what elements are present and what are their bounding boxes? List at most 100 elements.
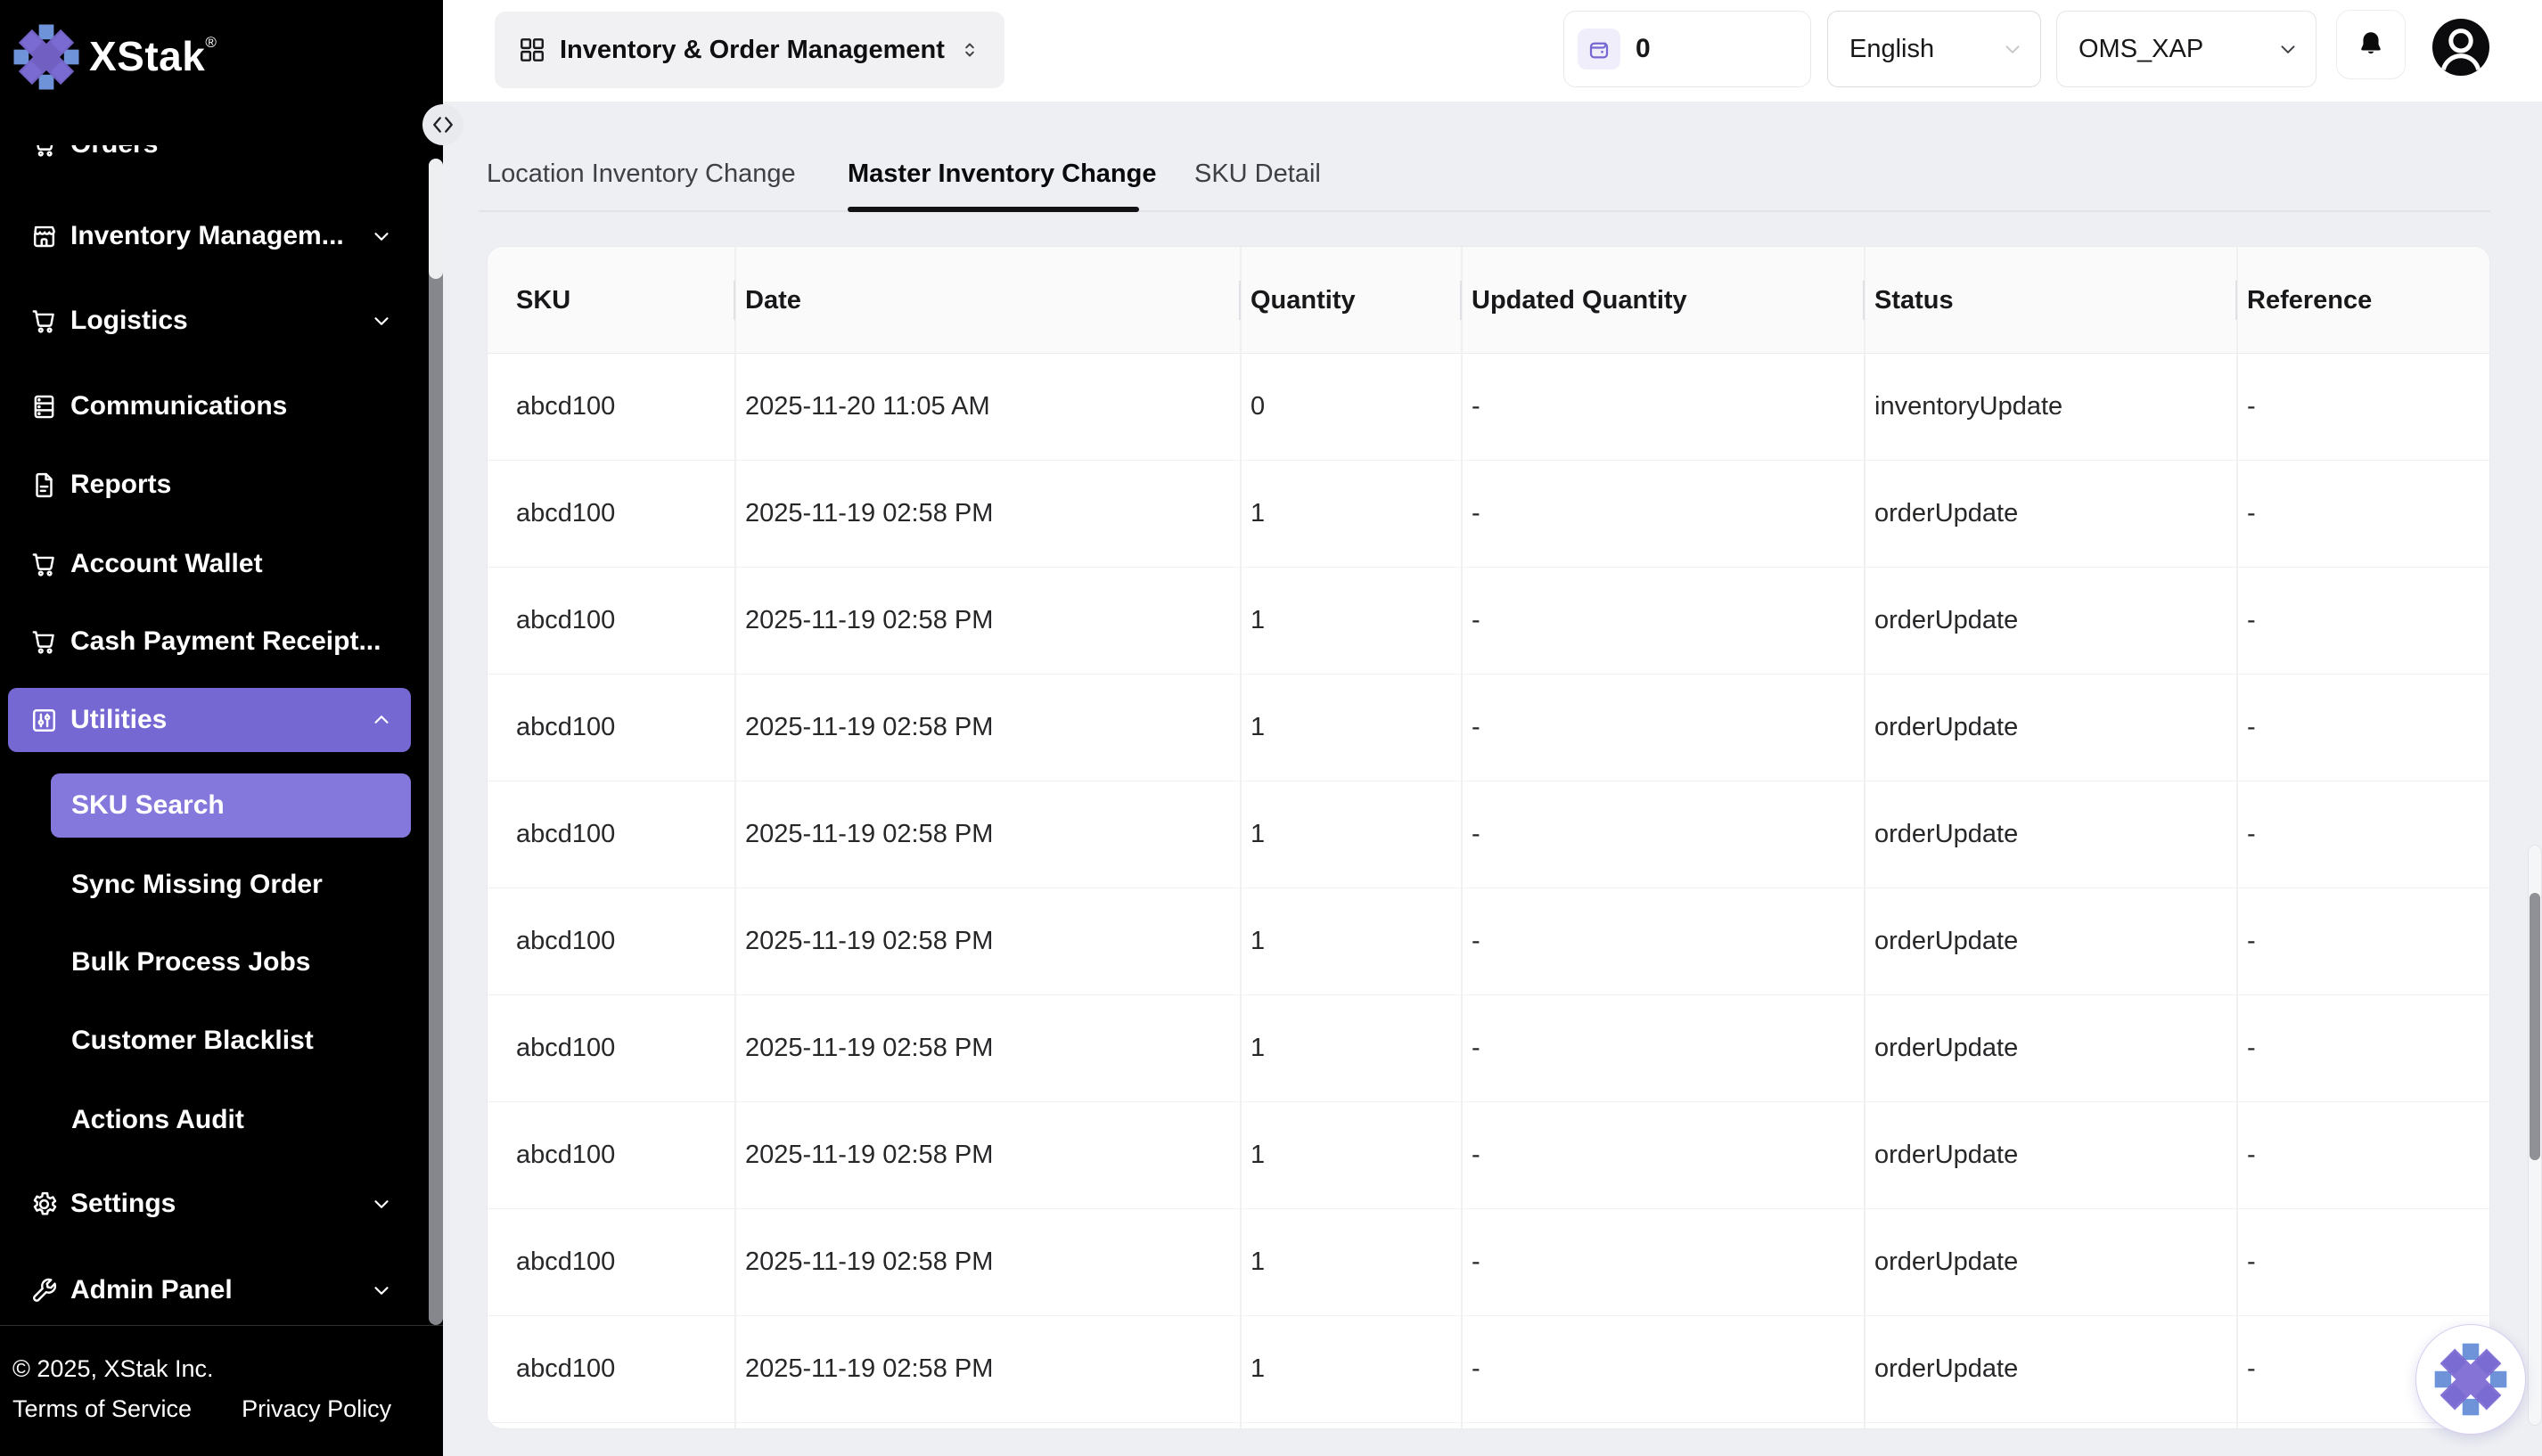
cell-date: 2025-11-20 11:05 AM [734,354,1240,460]
sidebar-item-label: Admin Panel [70,1275,233,1305]
gear-icon [29,1190,59,1219]
column-separator [734,247,736,1428]
cell-quantity: 1 [1240,1102,1461,1208]
sidebar-item-admin-panel[interactable]: Admin Panel [8,1258,411,1322]
cell-updated-quantity: - [1461,781,1864,888]
tab-divider [479,210,2490,212]
sidebar-item-sku-search[interactable]: SKU Search [51,773,411,838]
tab-master-inventory-change[interactable]: Master Inventory Change [848,157,1156,191]
code-arrows-icon [431,113,455,136]
column-header-sku: SKU [488,247,734,353]
chevron-down-icon [370,309,393,332]
cell-reference: - [2236,1102,2489,1208]
server-icon [29,392,59,421]
sidebar-scrollbar-thumb[interactable] [429,159,443,279]
sidebar-item-label: Reports [70,470,171,500]
cell-status: orderUpdate [1864,888,2236,994]
terms-of-service-link[interactable]: Terms of Service [12,1395,192,1424]
table-row: abcd1002025-11-19 02:58 PM1-orderUpdate- [488,888,2489,995]
cell-updated-quantity: - [1461,1209,1864,1315]
cell-reference: - [2236,781,2489,888]
chevron-down-icon [370,1279,393,1302]
xstak-fab-button[interactable] [2415,1324,2526,1435]
main-content: Location Inventory Change Master Invento… [443,102,2542,1456]
column-header-quantity: Quantity [1240,247,1461,353]
app-switcher-button[interactable]: Inventory & Order Management [495,12,1004,88]
sidebar-item-customer-blacklist[interactable]: Customer Blacklist [51,1009,411,1073]
cell-sku: abcd100 [488,354,734,460]
tenant-value: OMS_XAP [2079,35,2203,64]
sidebar-item-communications[interactable]: Communications [8,374,411,438]
page-scrollbar-thumb[interactable] [2530,893,2540,1160]
cell-status: orderUpdate [1864,1102,2236,1208]
sidebar-item-inventory-managem[interactable]: Inventory Managem... [8,204,411,268]
cell-status: orderUpdate [1864,568,2236,674]
cell-reference: - [2236,568,2489,674]
chevron-down-icon [2001,37,2024,61]
cell-sku: abcd100 [488,1209,734,1315]
sidebar-item-utilities[interactable]: Utilities [8,688,411,752]
cell-sku: abcd100 [488,461,734,567]
cell-status: orderUpdate [1864,1316,2236,1422]
sidebar-item-reports[interactable]: Reports [8,453,411,517]
sidebar-item-label: Inventory Managem... [70,221,344,251]
cell-quantity: 1 [1240,781,1461,888]
wallet-balance[interactable]: 0 [1563,11,1811,87]
tenant-select[interactable]: OMS_XAP [2056,11,2316,87]
cell-quantity: 0 [1240,354,1461,460]
tab-sku-detail[interactable]: SKU Detail [1194,157,1321,191]
cell-updated-quantity: - [1461,995,1864,1101]
cell-status: orderUpdate [1864,461,2236,567]
table-row: abcd1002025-11-19 02:58 PM1-orderUpdate- [488,1316,2489,1423]
sidebar-item-label: Communications [70,391,287,421]
sidebar-item-label: Cash Payment Receipt... [70,626,381,657]
sliders-icon [29,706,59,735]
chevron-down-icon [370,225,393,248]
language-select[interactable]: English [1827,11,2041,87]
header-column-separator [2235,281,2237,320]
table-header: SKUDateQuantityUpdated QuantityStatusRef… [488,247,2489,354]
table-row: abcd1002025-11-19 02:58 PM1-orderUpdate- [488,1102,2489,1209]
sidebar: OrdersInventory Managem...LogisticsCommu… [0,0,443,1456]
column-separator [1864,247,1866,1428]
sidebar-item-label: Logistics [70,306,188,336]
sidebar-item-label: Account Wallet [70,549,263,579]
privacy-policy-link[interactable]: Privacy Policy [242,1395,391,1424]
sidebar-item-sync-missing-order[interactable]: Sync Missing Order [51,853,411,917]
cell-reference: - [2236,354,2489,460]
sidebar-item-actions-audit[interactable]: Actions Audit [51,1088,411,1152]
sidebar-item-bulk-process-jobs[interactable]: Bulk Process Jobs [51,930,411,994]
cell-updated-quantity: - [1461,1316,1864,1422]
cell-quantity: 1 [1240,1209,1461,1315]
header-column-separator [1239,281,1241,320]
sidebar-scrollbar-track[interactable] [429,159,443,1325]
sidebar-item-account-wallet[interactable]: Account Wallet [8,532,411,596]
sidebar-item-logistics[interactable]: Logistics [8,289,411,353]
column-separator [1461,247,1463,1428]
sidebar-footer: © 2025, XStak Inc. Terms of Service Priv… [0,1325,443,1456]
cell-date: 2025-11-19 02:58 PM [734,568,1240,674]
cell-sku: abcd100 [488,568,734,674]
cell-sku: abcd100 [488,995,734,1101]
table-row: abcd1002025-11-19 02:58 PM1-orderUpdate- [488,1209,2489,1316]
cell-quantity: 1 [1240,888,1461,994]
user-avatar[interactable] [2432,19,2489,76]
cell-quantity: 1 [1240,1316,1461,1422]
cell-reference: - [2236,461,2489,567]
topbar: Inventory & Order Management 0 English O… [443,0,2542,102]
sidebar-item-label: Sync Missing Order [71,870,323,900]
sidebar-item-cash-payment-receipt[interactable]: Cash Payment Receipt... [8,609,411,674]
cell-reference: - [2236,675,2489,781]
cell-updated-quantity: - [1461,888,1864,994]
table-row: abcd1002025-11-19 02:58 PM1-orderUpdate- [488,568,2489,675]
wallet-icon [1586,36,1612,62]
sidebar-collapse-button[interactable] [422,104,463,145]
tab-location-inventory-change[interactable]: Location Inventory Change [487,157,796,191]
cell-quantity: 1 [1240,995,1461,1101]
notifications-button[interactable] [2336,10,2406,79]
chevron-down-icon [2276,37,2300,61]
cart-icon [29,307,59,336]
column-header-date: Date [734,247,1240,353]
cart-icon [29,550,59,579]
sidebar-item-settings[interactable]: Settings [8,1172,411,1236]
